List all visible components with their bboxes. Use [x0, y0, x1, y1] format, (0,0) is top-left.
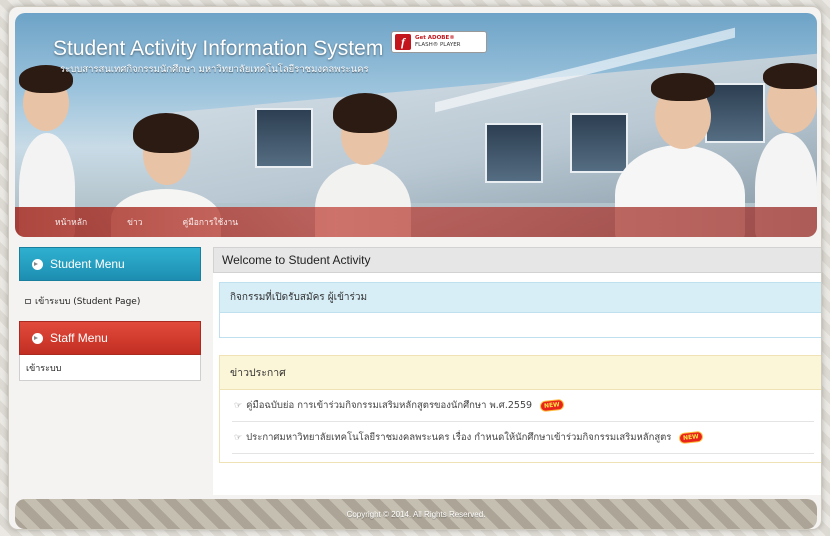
student-hair [763, 63, 817, 89]
bullet-icon [32, 258, 43, 270]
student-menu-title: Student Menu [50, 257, 125, 271]
activities-panel: กิจกรรมที่เปิดรับสมัคร ผู้เข้าร่วม [219, 282, 821, 338]
news-item-text: ประกาศมหาวิทยาลัยเทคโนโลยีราชมงคลพระนคร … [246, 432, 672, 443]
nav-home[interactable]: หน้าหลัก [55, 215, 87, 229]
flash-badge-text: Get ADOBE® FLASH® PLAYER [415, 35, 461, 49]
news-item[interactable]: ☞ ประกาศมหาวิทยาลัยเทคโนโลยีราชมงคลพระนค… [232, 422, 814, 454]
flash-icon: f [395, 34, 411, 50]
header-banner: Student Activity Information System ระบบ… [15, 13, 817, 237]
footer: Copyright © 2014. All Rights Reserved. [15, 499, 817, 529]
main-content: Welcome to Student Activity กิจกรรมที่เป… [213, 247, 821, 495]
new-badge-icon: NEW [678, 430, 704, 445]
sidebar: Student Menu เข้าระบบ (Student Page) Sta… [19, 247, 201, 381]
building-window [255, 108, 313, 168]
site-title: Student Activity Information System [53, 37, 384, 60]
staff-menu-title: Staff Menu [50, 331, 108, 345]
staff-login-link[interactable]: เข้าระบบ [19, 355, 201, 381]
copyright-text: Copyright © 2014. All Rights Reserved. [346, 509, 486, 519]
building-window [570, 113, 628, 173]
nav-manual[interactable]: คู่มือการใช้งาน [183, 215, 239, 229]
news-header: ข่าวประกาศ [220, 356, 821, 390]
pointer-icon: ☞ [234, 432, 243, 443]
flash-badge-line2: FLASH® PLAYER [415, 42, 461, 48]
news-item-text: คู่มือฉบับย่อ การเข้าร่วมกิจกรรมเสริมหลั… [246, 400, 533, 411]
new-badge-icon: NEW [539, 398, 565, 413]
student-login-link[interactable]: เข้าระบบ (Student Page) [19, 287, 201, 315]
bullet-icon [32, 332, 43, 344]
site-subtitle: ระบบสารสนเทศกิจกรรมนักศึกษา มหาวิทยาลัยเ… [60, 64, 369, 75]
student-hair [333, 93, 397, 133]
student-login-label: เข้าระบบ (Student Page) [35, 297, 141, 307]
pointer-icon: ☞ [234, 400, 243, 411]
activities-header: กิจกรรมที่เปิดรับสมัคร ผู้เข้าร่วม [220, 283, 821, 313]
flash-badge-line1: Get ADOBE® [415, 35, 455, 41]
top-nav: หน้าหลัก ข่าว คู่มือการใช้งาน [15, 207, 817, 237]
news-item[interactable]: ☞ คู่มือฉบับย่อ การเข้าร่วมกิจกรรมเสริมห… [232, 390, 814, 422]
student-menu-header: Student Menu [19, 247, 201, 281]
student-hair [651, 73, 715, 101]
staff-login-label: เข้าระบบ [26, 363, 62, 374]
page-frame: Student Activity Information System ระบบ… [8, 6, 822, 530]
list-bullet-icon [25, 298, 31, 304]
news-panel: ข่าวประกาศ ☞ คู่มือฉบับย่อ การเข้าร่วมกิ… [219, 355, 821, 463]
nav-news[interactable]: ข่าว [127, 215, 142, 229]
building-window [485, 123, 543, 183]
flash-player-badge[interactable]: f Get ADOBE® FLASH® PLAYER [391, 31, 487, 53]
staff-menu-header: Staff Menu [19, 321, 201, 355]
student-hair [133, 113, 199, 153]
welcome-heading: Welcome to Student Activity [213, 247, 821, 273]
